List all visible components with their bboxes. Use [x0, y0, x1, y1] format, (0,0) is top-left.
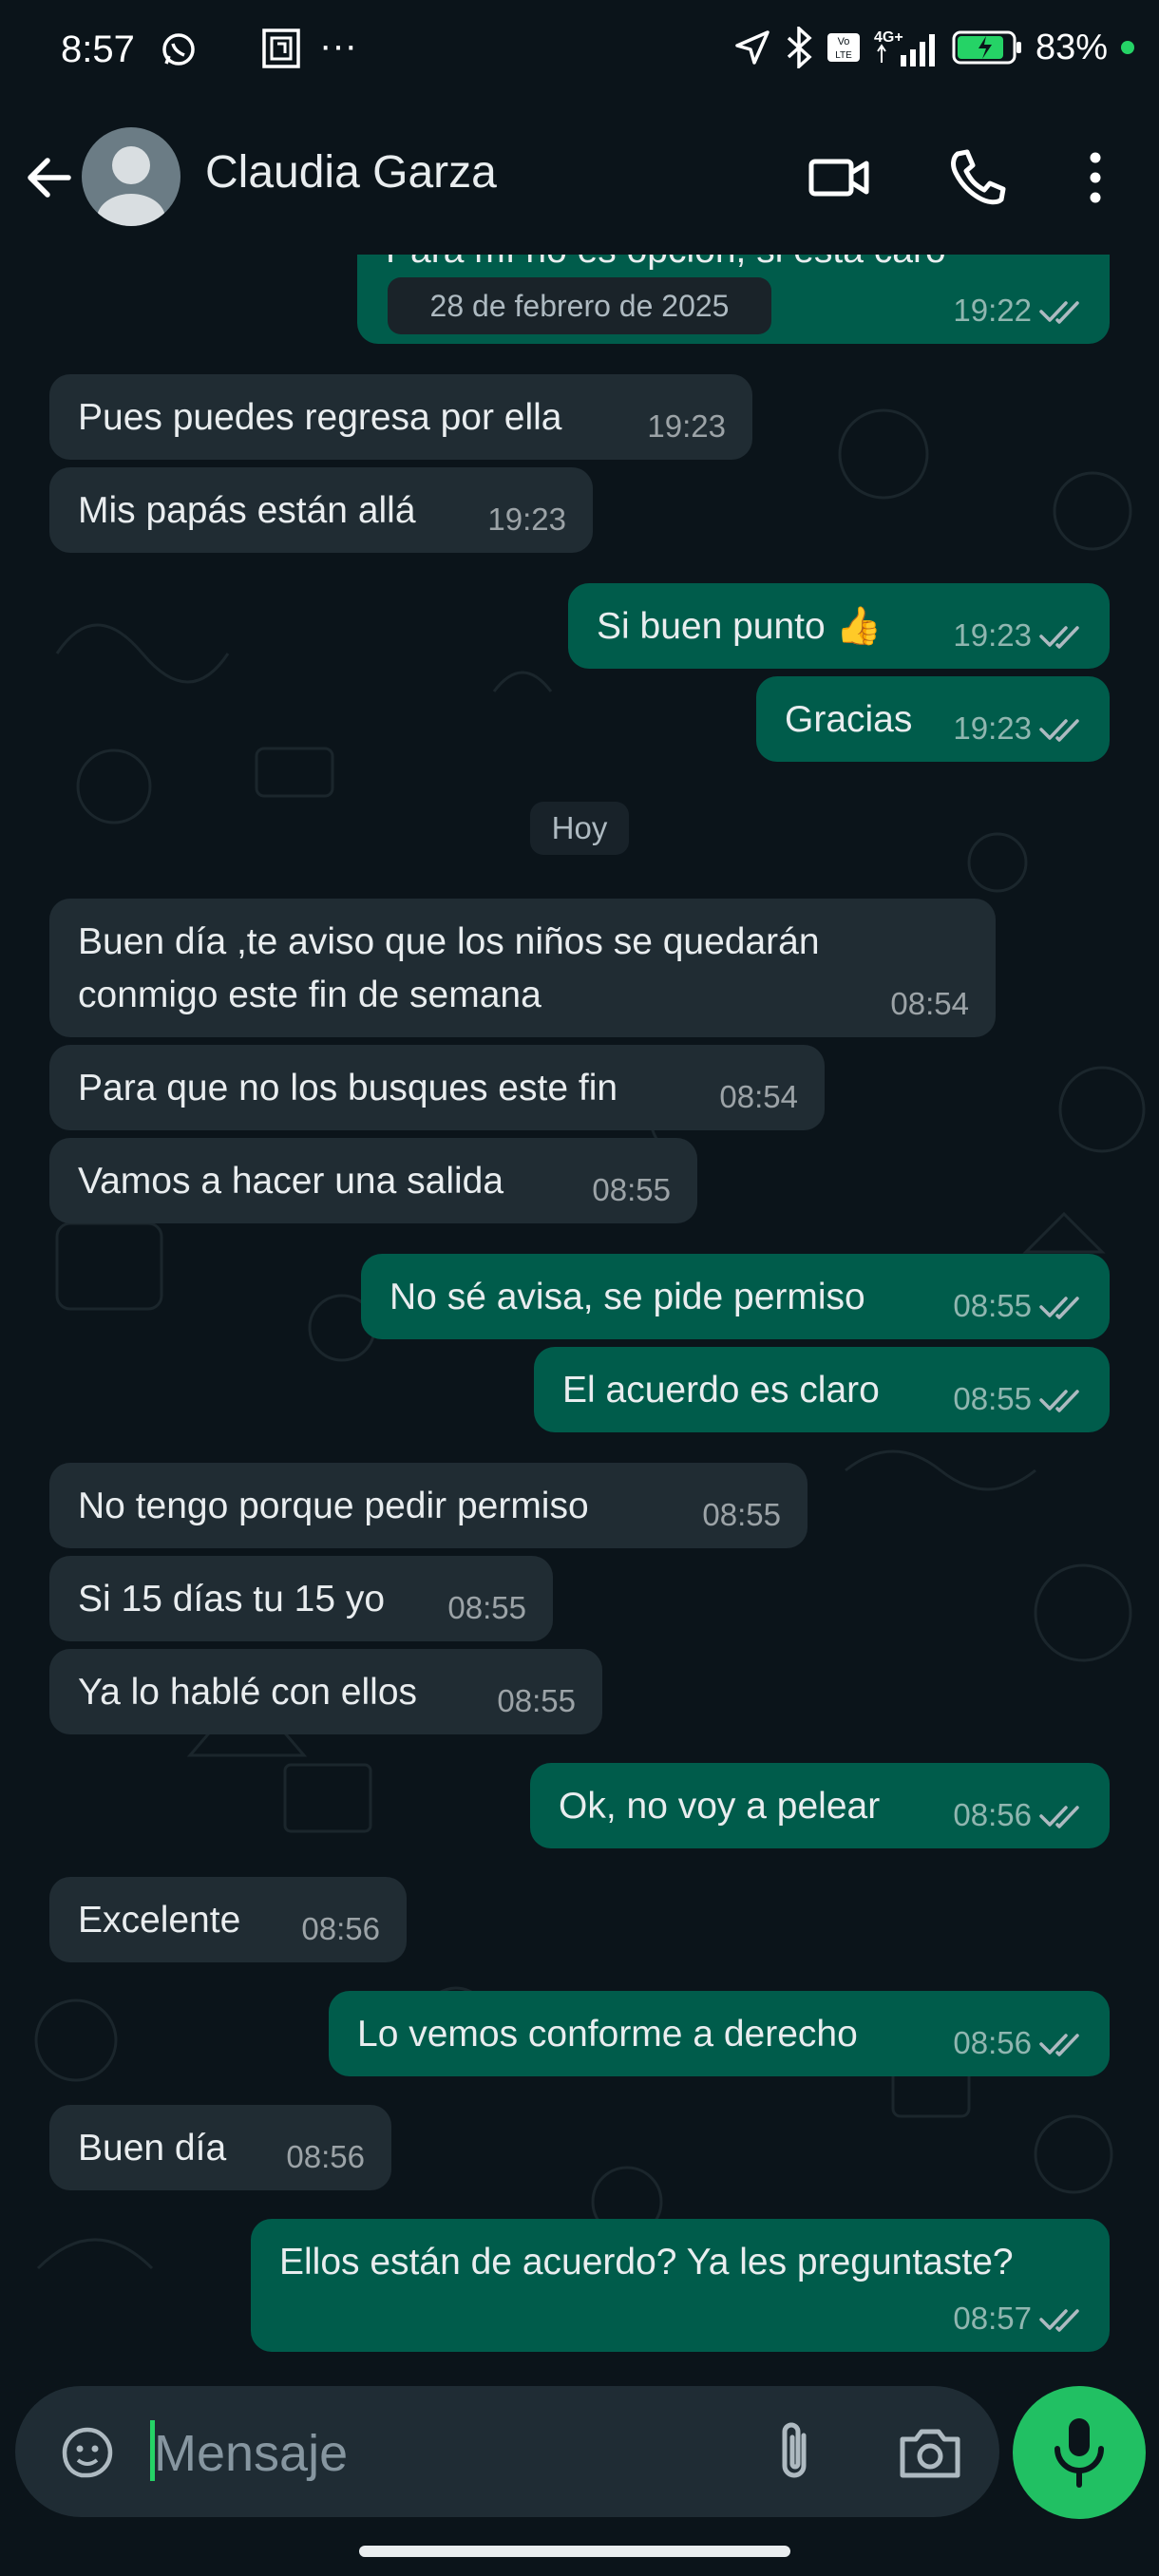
message-bubble-incoming[interactable]: Ya lo hablé con ellos 08:55 — [49, 1649, 602, 1734]
today-chip: Hoy — [530, 802, 629, 855]
message-text-line1: Buen día ,te aviso que los niños se qued… — [78, 921, 820, 962]
message-bubble-incoming[interactable]: Mis papás están allá 19:23 — [49, 467, 593, 553]
message-time: 08:55 — [447, 1590, 526, 1625]
status-time: 8:57 — [61, 28, 135, 70]
message-bubble-incoming[interactable]: Vamos a hacer una salida 08:55 — [49, 1138, 697, 1223]
message-text: Si 15 días tu 15 yo — [78, 1579, 386, 1619]
message-bubble-incoming[interactable]: Si 15 días tu 15 yo 08:55 — [49, 1556, 553, 1641]
gallery-icon — [262, 28, 300, 68]
video-call-icon[interactable] — [806, 144, 872, 211]
status-bar: 8:57 ··· Vo LTE 4G+ 83% — [0, 0, 1159, 104]
voice-record-button[interactable] — [1013, 2386, 1146, 2519]
message-time: 19:23 — [953, 617, 1032, 653]
message-bubble-incoming[interactable]: No tengo porque pedir permiso 08:55 — [49, 1463, 808, 1548]
read-ticks-icon — [1039, 1806, 1079, 1828]
message-text: Gracias — [785, 699, 913, 740]
contact-name[interactable]: Claudia Garza — [205, 146, 497, 199]
privacy-dot — [1121, 41, 1134, 54]
message-time: 19:23 — [487, 502, 566, 537]
message-time: 08:55 — [953, 1288, 1032, 1323]
message-time: 08:54 — [890, 986, 969, 1021]
read-ticks-icon — [1039, 719, 1079, 742]
message-text: Para que no los busques este fin — [78, 1068, 618, 1108]
message-bubble-outgoing[interactable]: Ellos están de acuerdo? Ya les preguntas… — [251, 2219, 1110, 2352]
svg-text:LTE: LTE — [835, 50, 852, 61]
message-bubble-outgoing[interactable]: Lo vemos conforme a derecho 08:56 — [329, 1991, 1110, 2076]
message-text: No sé avisa, se pide permiso — [390, 1277, 865, 1317]
mic-icon — [1054, 2418, 1104, 2488]
default-avatar-icon — [97, 146, 165, 226]
message-time: 19:22 — [953, 293, 1032, 328]
location-icon — [735, 30, 770, 65]
message-text: Si buen punto 👍 — [597, 606, 883, 647]
date-chip: 28 de febrero de 2025 — [388, 277, 771, 334]
message-time: 19:23 — [647, 408, 726, 444]
svg-text:4G+: 4G+ — [874, 29, 903, 46]
read-ticks-icon — [1039, 1297, 1079, 1319]
message-input[interactable]: Mensaje — [15, 2386, 999, 2517]
message-time: 08:57 — [953, 2301, 1032, 2336]
message-text: Ok, no voy a pelear — [559, 1786, 881, 1827]
message-text-line2: conmigo este fin de semana — [78, 975, 542, 1015]
message-placeholder: Mensaje — [154, 2425, 349, 2482]
read-ticks-icon — [1039, 1390, 1079, 1412]
message-text: Ya lo hablé con ellos — [78, 1672, 418, 1713]
message-bubble-outgoing[interactable]: Ok, no voy a pelear 08:56 — [530, 1763, 1110, 1848]
message-bubble-incoming[interactable]: Buen día ,te aviso que los niños se qued… — [49, 899, 996, 1037]
message-bubble-incoming[interactable]: Pues puedes regresa por ella 19:23 — [49, 374, 752, 460]
more-options-icon[interactable] — [1062, 144, 1129, 211]
home-indicator[interactable] — [359, 2546, 790, 2557]
message-text: Vamos a hacer una salida — [78, 1161, 504, 1202]
chat-area[interactable]: Para mí no es opción, si está caro 19:22… — [0, 255, 1159, 2382]
message-time: 08:56 — [953, 1797, 1032, 1832]
read-ticks-icon — [1039, 2034, 1079, 2056]
message-text: Excelente — [78, 1900, 241, 1941]
message-time: 08:55 — [702, 1497, 781, 1532]
message-time: 08:56 — [953, 2025, 1032, 2060]
back-arrow-icon[interactable] — [21, 149, 78, 206]
more-notifications-icon: ··· — [319, 25, 357, 66]
battery-percent: 83% — [1035, 27, 1108, 67]
message-text: No tengo porque pedir permiso — [78, 1486, 589, 1526]
read-ticks-icon — [1039, 301, 1079, 324]
message-time: 08:55 — [497, 1683, 576, 1718]
message-text: Pues puedes regresa por ella — [78, 397, 562, 438]
message-time: 08:55 — [953, 1381, 1032, 1416]
attach-icon[interactable] — [768, 2418, 825, 2485]
message-text: Ellos están de acuerdo? Ya les preguntas… — [279, 2242, 1014, 2282]
bluetooth-icon — [787, 27, 812, 68]
voice-call-icon[interactable] — [944, 144, 1011, 211]
whatsapp-icon — [162, 33, 195, 66]
signal-icon: 4G+ — [874, 29, 935, 66]
message-bubble-incoming[interactable]: Para que no los busques este fin 08:54 — [49, 1045, 825, 1130]
message-text: Buen día — [78, 2128, 227, 2169]
sticker-icon[interactable] — [57, 2422, 118, 2483]
read-ticks-icon — [1039, 626, 1079, 649]
message-bubble-outgoing[interactable]: Gracias 19:23 — [756, 676, 1110, 762]
message-bubble-incoming[interactable]: Excelente 08:56 — [49, 1877, 407, 1962]
message-time: 08:56 — [301, 1911, 380, 1946]
volte-icon: Vo LTE — [826, 33, 860, 62]
chat-header: Claudia Garza — [0, 104, 1159, 255]
camera-icon[interactable] — [897, 2422, 963, 2483]
battery-icon — [952, 30, 1021, 65]
message-text: Para mí no es opción, si está caro — [386, 255, 946, 277]
message-time: 08:56 — [286, 2139, 365, 2174]
message-bubble-outgoing[interactable]: Si buen punto 👍 19:23 — [568, 583, 1110, 669]
message-time: 08:54 — [719, 1079, 798, 1114]
message-text: Lo vemos conforme a derecho — [357, 2014, 858, 2055]
message-bubble-outgoing[interactable]: El acuerdo es claro 08:55 — [534, 1347, 1110, 1432]
message-time: 08:55 — [592, 1172, 671, 1207]
message-text: El acuerdo es claro — [562, 1370, 880, 1411]
message-text: Mis papás están allá — [78, 490, 416, 531]
status-right: Vo LTE 4G+ 83% — [733, 27, 1134, 68]
message-bubble-incoming[interactable]: Buen día 08:56 — [49, 2105, 391, 2190]
svg-text:Vo: Vo — [838, 36, 850, 47]
read-ticks-icon — [1039, 2309, 1079, 2332]
message-time: 19:23 — [953, 710, 1032, 746]
avatar[interactable] — [82, 127, 180, 226]
message-bubble-outgoing[interactable]: No sé avisa, se pide permiso 08:55 — [361, 1254, 1110, 1339]
